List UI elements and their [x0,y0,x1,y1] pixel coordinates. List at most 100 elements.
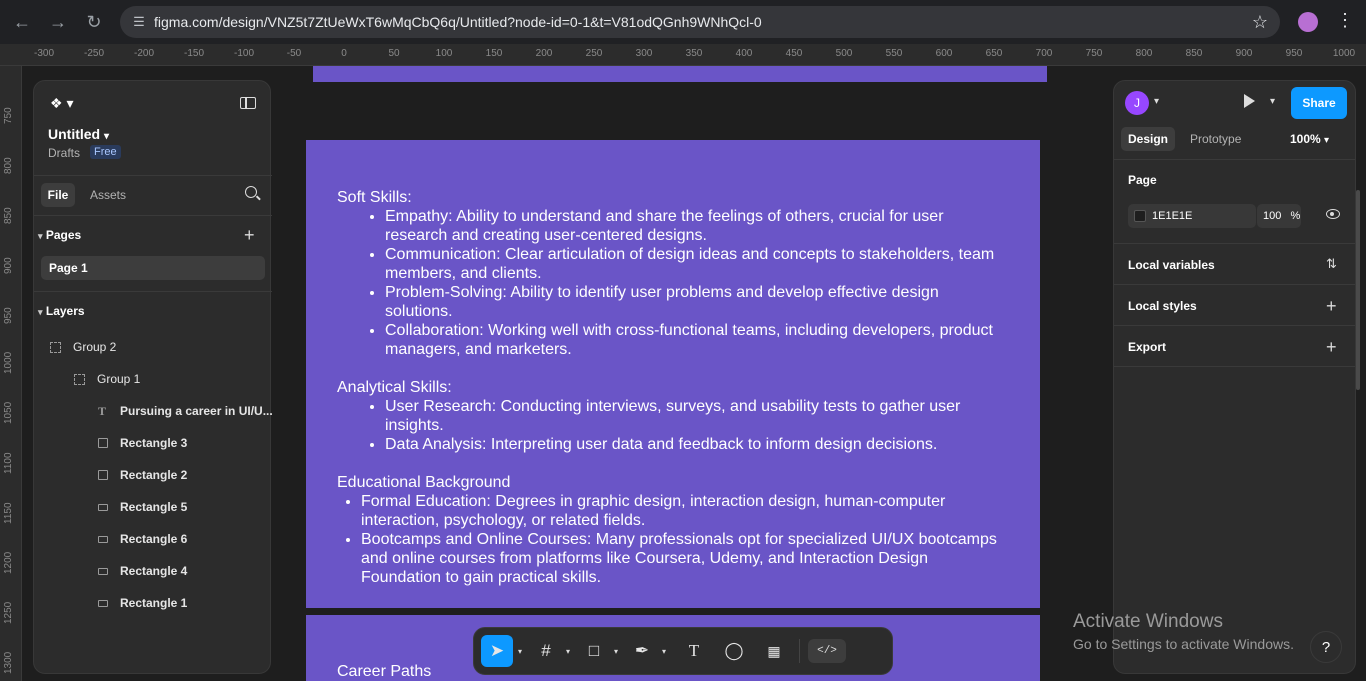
divider [1114,366,1355,367]
rectangle-icon [98,503,108,511]
layer-item[interactable]: Rectangle 4 [98,561,187,581]
divider [1114,325,1355,326]
layer-item[interactable]: Rectangle 6 [98,529,187,549]
eye-icon[interactable] [1326,209,1340,219]
left-sidebar: ❖ ▾ Untitled ▾ Drafts Free File Assets ▾… [33,80,273,674]
profile-avatar[interactable] [1298,12,1318,32]
layer-label: Rectangle 4 [120,564,188,578]
present-play-icon[interactable] [1244,94,1255,108]
chevron-down-icon[interactable]: ▾ [1154,96,1159,107]
page-opacity-field[interactable]: 100 % [1257,204,1301,228]
content-frame[interactable]: Soft Skills: Empathy: Ability to underst… [306,140,1040,608]
ruler-tick-label: -50 [286,48,302,59]
add-style-icon[interactable]: + [1326,297,1337,315]
list-item: Collaboration: Working well with cross-f… [385,321,1009,359]
chevron-down-icon[interactable]: ▾ [1270,96,1275,107]
ruler-tick-label: 900 [3,257,14,274]
address-bar[interactable]: ☰ figma.com/design/VNZ5t7ZtUeWxT6wMqCbQ6… [120,6,1280,38]
forward-icon[interactable]: → [40,4,76,40]
export-label[interactable]: Export [1128,340,1166,354]
move-tool-icon[interactable]: ➤ [481,635,513,667]
layers-heading[interactable]: ▾ Layers [38,304,85,318]
rectangle-tool-icon[interactable]: □ [579,635,609,667]
search-icon[interactable] [245,186,257,198]
layer-item[interactable]: Group 2 [50,337,116,357]
bookmark-star-icon[interactable]: ☆ [1240,12,1280,33]
chevron-down-icon[interactable]: ▾ [513,647,527,656]
tab-file[interactable]: File [41,183,75,207]
scrollbar[interactable] [1356,190,1360,390]
frame-rectangle-top[interactable] [313,66,1047,82]
drafts-label[interactable]: Drafts [48,146,80,160]
education-heading: Educational Background [337,474,511,491]
actions-tool-icon[interactable]: ▦ [759,635,789,667]
tab-prototype[interactable]: Prototype [1190,132,1241,146]
sidebar-toggle-icon[interactable] [240,97,256,109]
figma-menu-icon[interactable]: ❖ ▾ [50,95,73,112]
ruler-tick-label: 750 [3,107,14,124]
ruler-tick-label: 250 [585,48,603,59]
frame-tool-icon[interactable]: # [531,635,561,667]
list-item: Bootcamps and Online Courses: Many profe… [361,530,1009,587]
right-sidebar: J ▾ ▾ Share Design Prototype 100% ▾ Page… [1113,80,1356,674]
layer-item[interactable]: Group 1 [74,369,140,389]
local-styles-label[interactable]: Local styles [1128,299,1197,313]
layer-label: Rectangle 6 [120,532,188,546]
reload-icon[interactable]: ↻ [76,4,112,40]
back-icon[interactable]: ← [4,4,40,40]
zoom-value: 100% [1290,132,1321,146]
comment-tool-icon[interactable]: ◯ [719,635,749,667]
text-layer-icon: T [98,403,107,418]
url-text[interactable]: figma.com/design/VNZ5t7ZtUeWxT6wMqCbQ6q/… [154,14,1240,30]
ruler-tick-label: 0 [341,48,347,59]
page-item-page-1[interactable]: Page 1 [41,256,265,280]
list-item: User Research: Conducting interviews, su… [385,397,1009,435]
share-button[interactable]: Share [1291,87,1347,119]
sliders-icon[interactable]: ⇅ [1326,256,1337,272]
chevron-down-icon[interactable]: ▾ [561,647,575,656]
add-export-icon[interactable]: + [1326,338,1337,356]
page-color-field[interactable]: 1E1E1E [1128,204,1256,228]
ruler-tick-label: 850 [1185,48,1203,59]
ruler-horizontal: -300 -250 -200 -150 -100 -50 0 50 100 150 200 250 30… [0,44,1366,66]
dev-mode-toggle-icon[interactable]: </> [808,639,846,663]
layer-item[interactable]: Rectangle 3 [98,433,187,453]
opacity-unit: % [1290,210,1301,222]
ruler-tick-label: 400 [735,48,753,59]
layer-label: Pursuing a career in UI/U... [120,404,273,418]
ruler-tick-label: 200 [535,48,553,59]
color-swatch[interactable] [1134,210,1146,222]
pen-tool-icon[interactable]: ✒ [627,635,657,667]
tab-design[interactable]: Design [1121,127,1175,151]
file-title[interactable]: Untitled ▾ [48,126,109,142]
help-button[interactable]: ? [1310,631,1342,663]
ruler-tick-label: 800 [3,157,14,174]
ruler-tick-label: 900 [1235,48,1253,59]
zoom-level[interactable]: 100% ▾ [1290,132,1329,146]
ruler-tick-label: -150 [183,48,205,59]
layer-item[interactable]: Rectangle 2 [98,465,187,485]
tab-assets[interactable]: Assets [90,188,126,202]
ruler-tick-label: 1300 [3,651,14,674]
kebab-menu-icon[interactable]: ⋮ [1336,10,1354,31]
text-tool-icon[interactable]: T [679,635,709,667]
layer-item[interactable]: Rectangle 1 [98,593,187,613]
ruler-tick-label: 850 [3,207,14,224]
local-variables-label[interactable]: Local variables [1128,258,1215,272]
chevron-down-icon[interactable]: ▾ [657,647,671,656]
rectangle-icon [98,438,108,448]
layer-item[interactable]: T Pursuing a career in UI/U... [98,401,273,421]
soft-skills-heading: Soft Skills: [337,189,412,206]
ruler-tick-label: 500 [835,48,853,59]
ruler-tick-label: 1050 [3,401,14,424]
pages-heading[interactable]: ▾ Pages [38,228,81,242]
avatar[interactable]: J [1125,91,1149,115]
layer-item[interactable]: Rectangle 5 [98,497,187,517]
add-page-icon[interactable]: + [244,226,255,244]
site-settings-icon[interactable]: ☰ [124,14,154,30]
divider [799,639,800,663]
chevron-down-icon[interactable]: ▾ [609,647,623,656]
ruler-tick-label: 950 [1285,48,1303,59]
ruler-tick-label: 750 [1085,48,1103,59]
education-list: Formal Education: Degrees in graphic des… [337,492,1009,587]
